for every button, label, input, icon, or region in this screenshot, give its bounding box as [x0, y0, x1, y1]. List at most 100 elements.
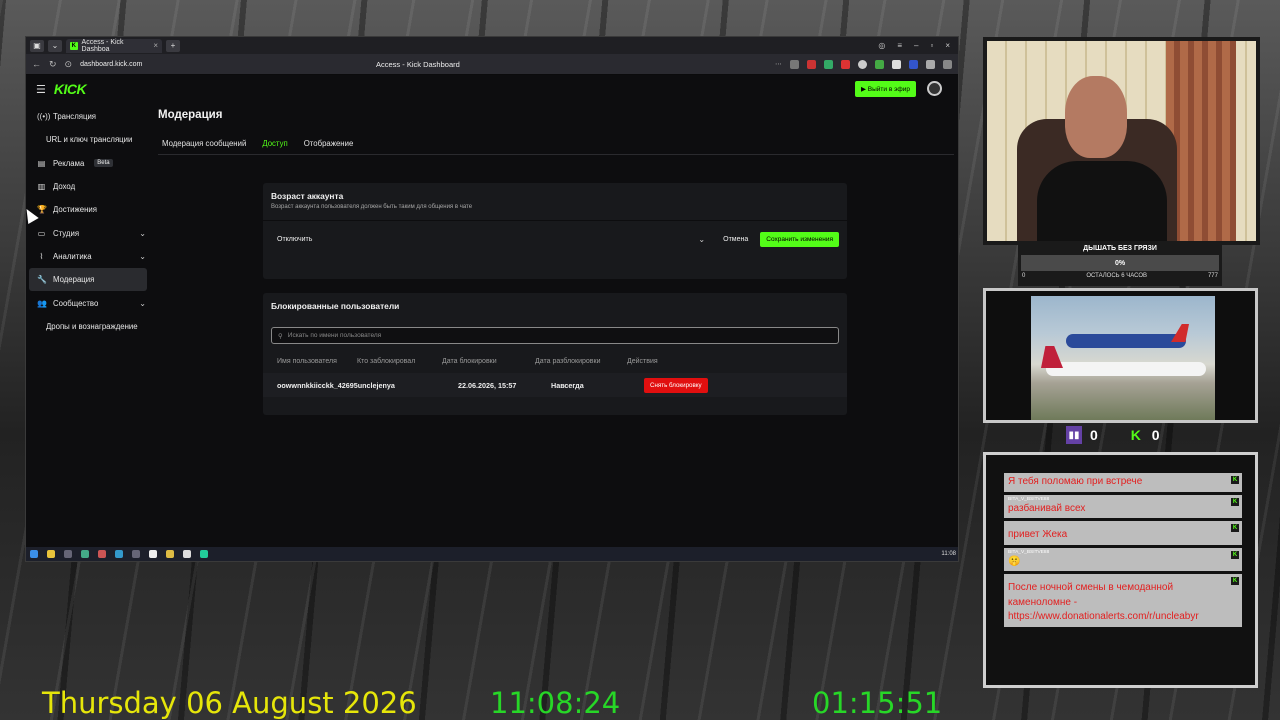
sidebar-item-revenue[interactable]: ▥ Доход: [26, 175, 150, 198]
bookmark-icon[interactable]: [790, 59, 799, 69]
cell-banned-by: unclejenya: [357, 380, 395, 390]
col-username: Имя пользователя: [277, 358, 337, 365]
address-bar: ← ↻ ⊙ dashboard.kick.com Access - Kick D…: [26, 54, 958, 74]
cancel-button[interactable]: Отмена: [719, 236, 752, 243]
search-icon: ⚲: [278, 332, 283, 340]
tab-list-chevron-icon[interactable]: ⌄: [48, 39, 62, 52]
sidebar-item-stream-key[interactable]: URL и ключ трансляции: [26, 128, 150, 151]
workspace-icon[interactable]: ▣: [30, 39, 44, 52]
banned-users-card: Блокированные пользователи ⚲ Искать по и…: [263, 293, 847, 415]
col-banned-by: Кто заблокировал: [357, 358, 416, 365]
broadcast-icon: ((•)): [37, 112, 51, 122]
sync-icon[interactable]: ◎: [878, 41, 885, 50]
taskbar-app-icon[interactable]: [200, 550, 208, 558]
kick-logo[interactable]: KICK: [54, 81, 87, 97]
chevron-down-icon: ⌄: [139, 298, 146, 308]
tab-display[interactable]: Отображение: [300, 139, 358, 148]
avatar[interactable]: [927, 81, 942, 96]
windows-start-icon[interactable]: [30, 550, 38, 558]
go-live-button[interactable]: ▶ Выйти в эфир: [854, 81, 916, 97]
col-ban-date: Дата блокировки: [442, 358, 497, 365]
viewer-counters: ▮▮ 0 K 0: [1066, 426, 1182, 444]
chevron-down-icon: ⌄: [139, 228, 146, 238]
chat-message: привет Жека K: [1004, 521, 1242, 545]
unban-button[interactable]: Снять блокировку: [644, 377, 708, 393]
clock-display: 11:08:24: [490, 686, 621, 720]
table-row: oowwnnkkiicckk_42695 unclejenya 22.06.20…: [263, 373, 847, 397]
sidebar-item-studio[interactable]: ▭ Студия ⌄: [26, 221, 150, 244]
extension-icon[interactable]: [892, 59, 901, 69]
goal-progress-bar: 0%: [1021, 255, 1219, 271]
sidebar-item-achievements[interactable]: 🏆 Достижения: [26, 198, 150, 221]
kick-small-icon: ▶: [860, 86, 868, 93]
sidebar-item-community[interactable]: 👥 Сообщество ⌄: [26, 291, 150, 314]
taskbar: 11:08: [26, 547, 958, 561]
trophy-icon: 🏆: [37, 205, 47, 215]
main-content: Модерация Модерация сообщений Доступ Ото…: [158, 109, 954, 415]
sidebar-item-ads[interactable]: ▤ Реклама Beta: [26, 152, 150, 175]
taskbar-clock: 11:08: [941, 551, 956, 557]
sidebar-item-moderation[interactable]: 🔧 Модерация: [29, 268, 147, 292]
extension-icon[interactable]: [875, 59, 884, 69]
chat-message: Я тебя поломаю при встрече K: [1004, 473, 1242, 492]
taskbar-app-icon[interactable]: [132, 550, 140, 558]
extension-icon[interactable]: [841, 59, 850, 69]
sidebar-item-drops[interactable]: Дропы и вознаграждение: [26, 315, 150, 338]
obs-icon[interactable]: [149, 550, 157, 558]
browser-tab[interactable]: K Access - Kick Dashboa ×: [66, 38, 162, 53]
download-icon[interactable]: [943, 59, 952, 69]
kick-dashboard: ☰ KICK ▶ Выйти в эфир ((•)) Трансляция U…: [26, 75, 958, 547]
community-icon: 👥: [37, 298, 47, 308]
chrome-icon[interactable]: [166, 550, 174, 558]
reload-icon[interactable]: ↻: [49, 59, 57, 70]
restore-button[interactable]: ▫: [930, 41, 933, 50]
beta-badge: Beta: [94, 159, 113, 168]
save-changes-button[interactable]: Сохранить изменения: [760, 232, 839, 247]
sidebar: ((•)) Трансляция URL и ключ трансляции ▤…: [26, 105, 150, 338]
minimize-button[interactable]: –: [914, 41, 918, 50]
tab-access[interactable]: Доступ: [258, 139, 291, 148]
tab-message-moderation[interactable]: Модерация сообщений: [158, 139, 250, 148]
account-age-select[interactable]: Отключить ⌄: [271, 231, 711, 248]
kick-badge-icon: K: [1231, 497, 1239, 506]
taskbar-app-icon[interactable]: [98, 550, 106, 558]
back-icon[interactable]: ←: [32, 59, 41, 69]
extension-icon[interactable]: [926, 59, 935, 69]
extension-icon[interactable]: [858, 59, 867, 69]
cell-ban-date: 22.06.2026, 15:57: [458, 380, 517, 390]
browser-window: ▣ ⌄ K Access - Kick Dashboa × + ◎ ≡ – ▫ …: [25, 36, 959, 562]
twitch-icon: ▮▮: [1066, 426, 1082, 444]
more-icon[interactable]: ⋯: [775, 60, 782, 68]
col-unban-date: Дата разблокировки: [535, 358, 601, 365]
col-actions: Действия: [627, 358, 658, 365]
taskbar-app-icon[interactable]: [81, 550, 89, 558]
close-tab-icon[interactable]: ×: [153, 41, 158, 50]
site-info-icon[interactable]: ⊙: [65, 59, 73, 70]
goal-start: 0: [1022, 273, 1026, 279]
menu-icon[interactable]: ≡: [897, 41, 902, 50]
chat-message: После ночной смены в чемоданной каменоло…: [1004, 574, 1242, 627]
extension-icon[interactable]: [824, 59, 833, 69]
account-age-desc: Возраст аккаунта пользователя должен быт…: [271, 204, 473, 210]
extensions-bar: ⋯: [775, 59, 952, 69]
kick-viewer-count: 0: [1151, 427, 1160, 443]
close-window-button[interactable]: ×: [945, 41, 950, 50]
wrench-icon: 🔧: [37, 275, 47, 285]
airplanes-photo: [1031, 296, 1215, 420]
extension-icon[interactable]: [909, 59, 918, 69]
taskbar-app-icon[interactable]: [64, 550, 72, 558]
new-tab-button[interactable]: +: [166, 39, 180, 52]
extension-icon[interactable]: [807, 59, 816, 69]
sidebar-item-broadcast[interactable]: ((•)) Трансляция: [26, 105, 150, 128]
search-input[interactable]: ⚲ Искать по имени пользователя: [271, 327, 839, 344]
taskbar-app-icon[interactable]: [115, 550, 123, 558]
sidebar-item-analytics[interactable]: ⌇ Аналитика ⌄: [26, 245, 150, 268]
revenue-icon: ▥: [37, 182, 46, 192]
taskbar-app-icon[interactable]: [183, 550, 191, 558]
kick-badge-icon: K: [1231, 524, 1239, 532]
url-field[interactable]: dashboard.kick.com: [80, 61, 142, 68]
hamburger-menu-icon[interactable]: ☰: [36, 83, 46, 96]
kick-badge-icon: K: [1231, 577, 1239, 585]
kick-badge-icon: K: [1231, 476, 1239, 484]
folder-icon[interactable]: [47, 550, 55, 558]
